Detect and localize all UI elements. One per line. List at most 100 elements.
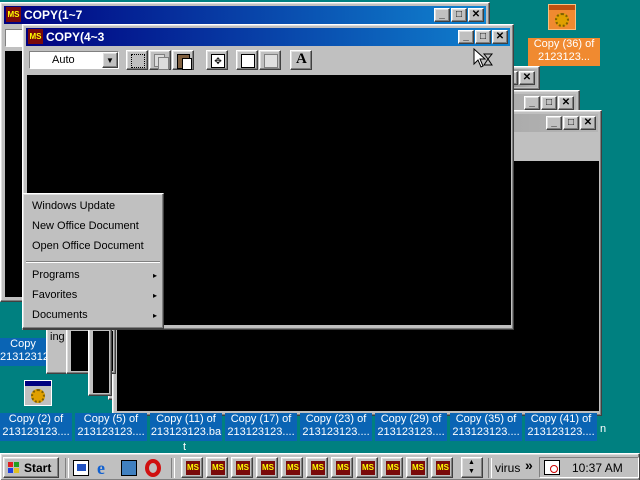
taskbar-divider	[171, 458, 175, 478]
taskbar-task-button[interactable]: MS	[406, 457, 428, 478]
internet-explorer-icon[interactable]: e	[97, 459, 115, 477]
ms-dos-icon: MS	[261, 461, 275, 475]
taskbar-task-button[interactable]: MS	[181, 457, 203, 478]
dropdown-arrow-button[interactable]: ▼	[102, 52, 118, 68]
ms-dos-icon: MS	[411, 461, 425, 475]
ms-dos-icon: MS	[236, 461, 250, 475]
ing-text: ing	[50, 331, 65, 343]
window-back-7[interactable]	[88, 326, 112, 396]
minimize-button[interactable]: _	[434, 8, 450, 22]
show-desktop-icon[interactable]	[73, 460, 89, 476]
close-button[interactable]: ✕	[519, 71, 535, 85]
properties-button[interactable]	[236, 50, 258, 70]
menu-item-open-office-document[interactable]: Open Office Document	[32, 240, 144, 252]
desktop-icon-copy-36[interactable]: Copy (36) of 2123123...	[528, 2, 600, 66]
menu-item-programs[interactable]: Programs ▸	[23, 269, 163, 287]
desktop-icon-copy-35[interactable]: Copy (35) of 213123123....	[450, 413, 522, 441]
taskbar-task-button[interactable]: MS	[256, 457, 278, 478]
console-screen[interactable]	[93, 331, 109, 393]
scroll-down-icon: ▼	[468, 468, 475, 475]
menu-item-new-office-document[interactable]: New Office Document	[32, 220, 139, 232]
minimize-button[interactable]: _	[546, 116, 562, 130]
menu-item-documents[interactable]: Documents ▸	[23, 309, 163, 327]
submenu-arrow-icon: ▸	[152, 291, 157, 300]
font-size-select[interactable]: Auto ▼	[29, 51, 119, 69]
scheduler-icon[interactable]	[544, 460, 560, 475]
virus-toolbar-label[interactable]: virus	[495, 461, 520, 475]
icon-label-line: 213123123....	[527, 426, 595, 438]
quicklaunch-divider	[65, 458, 69, 478]
maximize-button[interactable]: □	[475, 30, 491, 44]
desktop-icon-copy-label[interactable]: Copy 213123123...	[0, 338, 46, 366]
taskbar-task-button[interactable]: MS	[356, 457, 378, 478]
desktop-icon-copy-23[interactable]: Copy (23) of 213123123....	[300, 413, 372, 441]
menu-separator	[26, 261, 160, 263]
system-tray: 10:37 AM	[539, 457, 639, 478]
maximize-button[interactable]: □	[541, 96, 557, 110]
window-title: COPY(1~7	[24, 8, 83, 22]
mark-icon	[131, 54, 145, 68]
titlebar[interactable]: MS COPY(4~3 _ □ ✕	[26, 28, 510, 46]
close-button[interactable]: ✕	[468, 8, 484, 22]
taskbar-task-button[interactable]: MS	[306, 457, 328, 478]
opera-icon[interactable]	[145, 459, 161, 477]
menu-item-label: Documents	[32, 309, 88, 321]
taskbar-task-button[interactable]: MS	[281, 457, 303, 478]
menu-item-label: Favorites	[32, 289, 78, 301]
ms-dos-icon: MS	[311, 461, 325, 475]
ms-dos-icon[interactable]: MS	[28, 29, 43, 44]
console-screen[interactable]	[71, 331, 89, 371]
close-button[interactable]: ✕	[492, 30, 508, 44]
start-label: Start	[24, 461, 52, 475]
icon-label-line: 213123123....	[452, 426, 520, 438]
maximize-button[interactable]: □	[563, 116, 579, 130]
icon-label-line1: Copy (36) of	[533, 38, 595, 50]
maximize-button[interactable]: □	[451, 8, 467, 22]
background-button[interactable]	[259, 50, 281, 70]
icon-label: Copy (36) of 2123123...	[528, 38, 600, 66]
minimize-button[interactable]: _	[458, 30, 474, 44]
desktop-icon-copy-5[interactable]: Copy (5) of 213123123....	[75, 413, 147, 441]
minimize-button[interactable]: _	[524, 96, 540, 110]
icon-label-line: Copy (11) of	[156, 413, 216, 425]
windows-logo-icon	[8, 462, 20, 473]
menu-item-favorites[interactable]: Favorites ▸	[23, 289, 163, 307]
fullscreen-button[interactable]: ✥	[206, 50, 228, 70]
clock[interactable]: 10:37 AM	[572, 461, 623, 475]
icon-label-line: Copy (23) of	[305, 413, 367, 425]
taskbar-task-button[interactable]: MS	[231, 457, 253, 478]
desktop-icon-copy-41[interactable]: Copy (41) of 213123123....	[525, 413, 597, 441]
icon-label-line: Copy (41) of	[530, 413, 592, 425]
taskbar-task-button[interactable]: MS	[206, 457, 228, 478]
icon-label-line: 213123123....	[377, 426, 445, 438]
desktop-icon-copy-17[interactable]: Copy (17) of 213123123....	[225, 413, 297, 441]
titlebar[interactable]: MS COPY(1~7 _ □ ✕	[4, 6, 486, 24]
toolbar-chevron[interactable]: »	[525, 457, 533, 473]
start-button[interactable]: Start	[3, 457, 59, 478]
icon-label-line: Copy (5) of	[83, 413, 139, 425]
mark-button[interactable]	[126, 50, 148, 70]
menu-item-label: Programs	[32, 269, 80, 281]
menu-item-windows-update[interactable]: Windows Update	[32, 200, 115, 212]
font-a-icon: A	[296, 51, 307, 67]
ms-dos-icon: MS	[286, 461, 300, 475]
copy-button[interactable]	[149, 50, 171, 70]
icon-label-line: Copy (29) of	[380, 413, 442, 425]
desktop-icon-copy-11[interactable]: Copy (11) of 213123123.ba	[150, 413, 222, 441]
submenu-arrow-icon: ▸	[152, 271, 157, 280]
desktop-icon-copy-2[interactable]: Copy (2) of 213123123....	[0, 413, 72, 441]
close-button[interactable]: ✕	[558, 96, 574, 110]
ms-dos-icon: MS	[386, 461, 400, 475]
taskbar-task-button[interactable]: MS	[431, 457, 453, 478]
ms-dos-icon[interactable]: MS	[6, 7, 21, 22]
font-button[interactable]: A	[290, 50, 312, 70]
taskbar-task-button[interactable]: MS	[381, 457, 403, 478]
taskbar-scroll-buttons[interactable]: ▲ ▼	[461, 457, 483, 478]
paste-button[interactable]	[172, 50, 194, 70]
taskbar-task-button[interactable]: MS	[331, 457, 353, 478]
close-button[interactable]: ✕	[580, 116, 596, 130]
network-icon[interactable]	[121, 460, 137, 476]
icon-label-line: Copy (2) of	[8, 413, 64, 425]
config-file-icon[interactable]	[24, 380, 52, 406]
desktop-icon-copy-29[interactable]: Copy (29) of 213123123....	[375, 413, 447, 441]
